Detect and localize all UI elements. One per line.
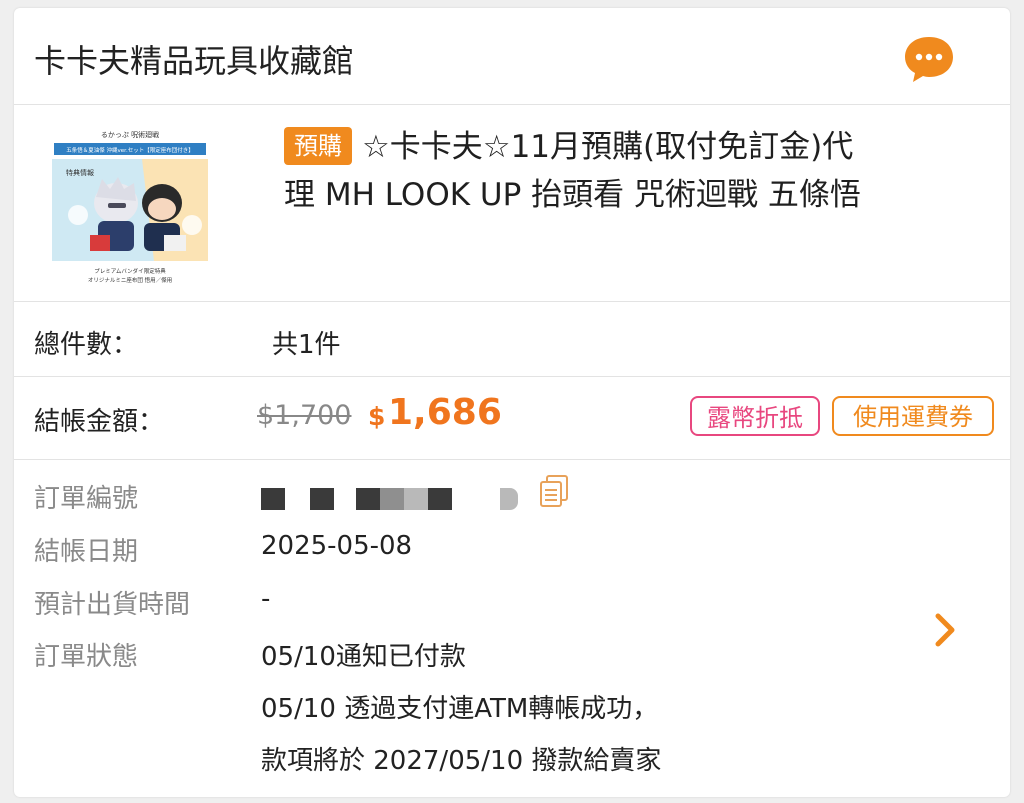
checkout-date-label: 結帳日期 — [34, 537, 139, 567]
thumb-caption-2: オリジナルミニ座布団 悟用／傑用 — [88, 276, 172, 284]
shop-name[interactable]: 卡卡夫精品玩具收藏館 — [34, 36, 354, 82]
thumb-banner: 五条悟＆夏油傑 沖縄ver.セット【限定座布団付き】 — [66, 146, 193, 154]
order-number-label: 訂單編號 — [34, 484, 139, 514]
thumb-brand: るかっぷ 呪術廻戦 — [101, 130, 159, 139]
product-title-line-2: 理 MH LOOK UP 抬頭看 咒術迴戰 五條悟 — [284, 177, 861, 213]
product-thumbnail[interactable]: るかっぷ 呪術廻戦 五条悟＆夏油傑 沖縄ver.セット【限定座布団付き】 特典情… — [44, 123, 216, 287]
final-price: 1,686 — [388, 392, 502, 433]
product-title[interactable]: 預購 ☆卡卡夫☆11月預購(取付免訂金)代 理 MH LOOK UP 抬頭看 咒術… — [284, 123, 984, 219]
copy-icon[interactable] — [538, 474, 570, 508]
item-count-label: 總件數： — [34, 330, 139, 360]
price-currency: $ — [368, 402, 386, 431]
order-status-label: 訂單狀態 — [34, 642, 139, 672]
item-count-value: 共1件 — [272, 330, 341, 360]
shipping-voucher-button[interactable]: 使用運費券 — [832, 396, 994, 436]
thumb-caption-1: プレミアムバンダイ限定特典 — [94, 267, 166, 275]
checkout-amount-label: 結帳金額： — [34, 407, 165, 437]
order-status-line-2: 05/10 透過支付連ATM轉帳成功， — [261, 694, 659, 724]
item-count-row: 總件數： 共1件 — [14, 302, 1010, 377]
preorder-badge: 預購 — [284, 127, 352, 165]
product-title-line-1: ☆卡卡夫☆11月預購(取付免訂金)代 — [362, 129, 854, 165]
thumb-tag: 特典情報 — [66, 168, 94, 177]
estimated-ship-label: 預計出貨時間 — [34, 590, 191, 620]
coin-discount-button[interactable]: 露幣折抵 — [690, 396, 820, 436]
shop-header[interactable]: 卡卡夫精品玩具收藏館 — [14, 8, 1010, 105]
order-status-line-3: 款項將於 2027/05/10 撥款給賣家 — [261, 746, 662, 776]
order-card[interactable]: 卡卡夫精品玩具收藏館 るかっぷ 呪術廻戦 五条悟＆夏油傑 沖縄ver.セット【限… — [14, 8, 1010, 797]
order-status-line-1: 05/10通知已付款 — [261, 642, 466, 672]
chat-bubble-icon[interactable] — [902, 34, 956, 84]
checkout-date-value: 2025-05-08 — [261, 531, 413, 561]
chevron-right-icon[interactable] — [930, 612, 960, 648]
product-row[interactable]: るかっぷ 呪術廻戦 五条悟＆夏油傑 沖縄ver.セット【限定座布団付き】 特典情… — [14, 105, 1010, 302]
original-price: $1,700 — [257, 400, 352, 431]
estimated-ship-value: - — [261, 584, 271, 614]
